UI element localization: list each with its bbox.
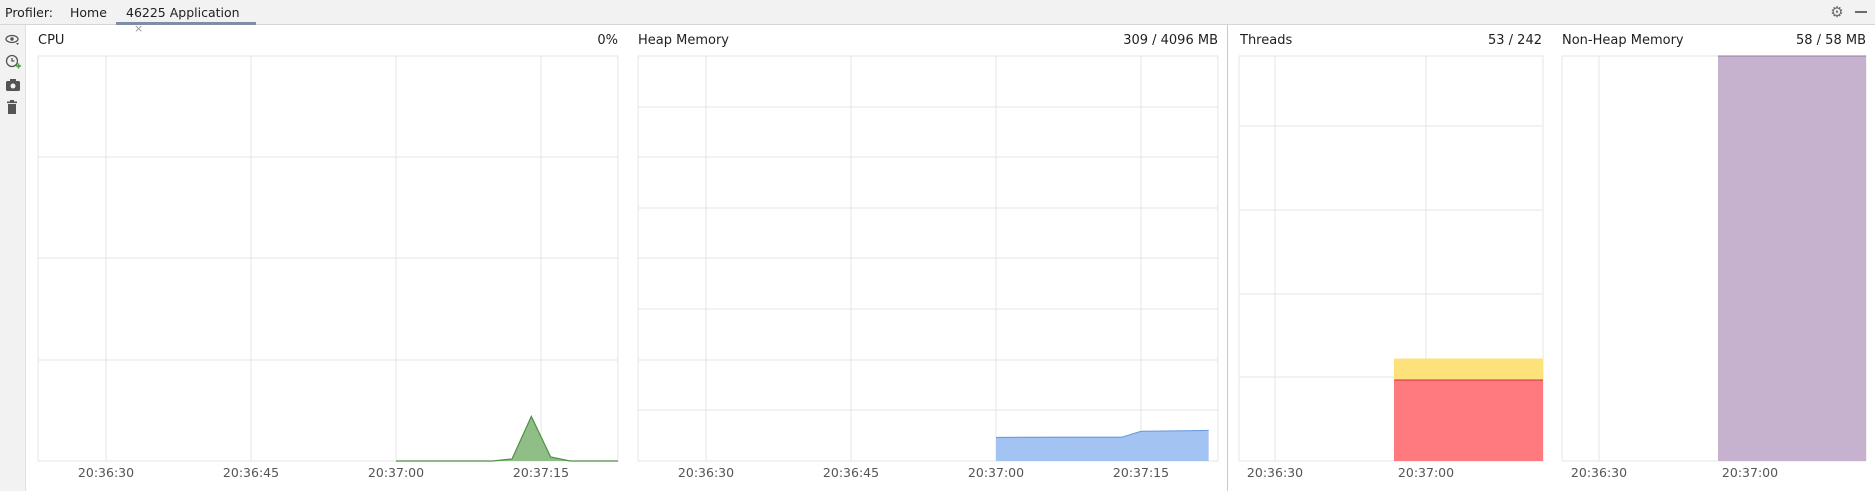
chart-2-xtick-0: 20:36:30 [1247,465,1303,480]
chart-0-xtick-3: 20:37:15 [513,465,569,480]
chart-2-xtick-1: 20:37:00 [1398,465,1454,480]
chart-0-xtick-0: 20:36:30 [78,465,134,480]
chart-0-xtick-2: 20:37:00 [368,465,424,480]
chart-3-xtick-0: 20:36:30 [1571,465,1627,480]
chart-0-area [396,416,618,461]
chart-3-area [1718,56,1866,461]
chart-0-line [396,415,618,462]
chart-1-xtick-1: 20:36:45 [823,465,879,480]
chart-2-bar-yellow [1394,358,1543,380]
profiler-charts: 20:36:30 20:36:45 20:37:00 20:37:15 20:36:30… [37,55,1867,480]
chart-1-xtick-2: 20:37:00 [968,465,1024,480]
chart-0-xtick-1: 20:36:45 [223,465,279,480]
chart-1-xtick-0: 20:36:30 [678,465,734,480]
chart-1-area [996,430,1209,461]
chart-1-xtick-3: 20:37:15 [1113,465,1169,480]
chart-2-bar-red [1394,380,1543,461]
chart-3-xtick-1: 20:37:00 [1722,465,1778,480]
